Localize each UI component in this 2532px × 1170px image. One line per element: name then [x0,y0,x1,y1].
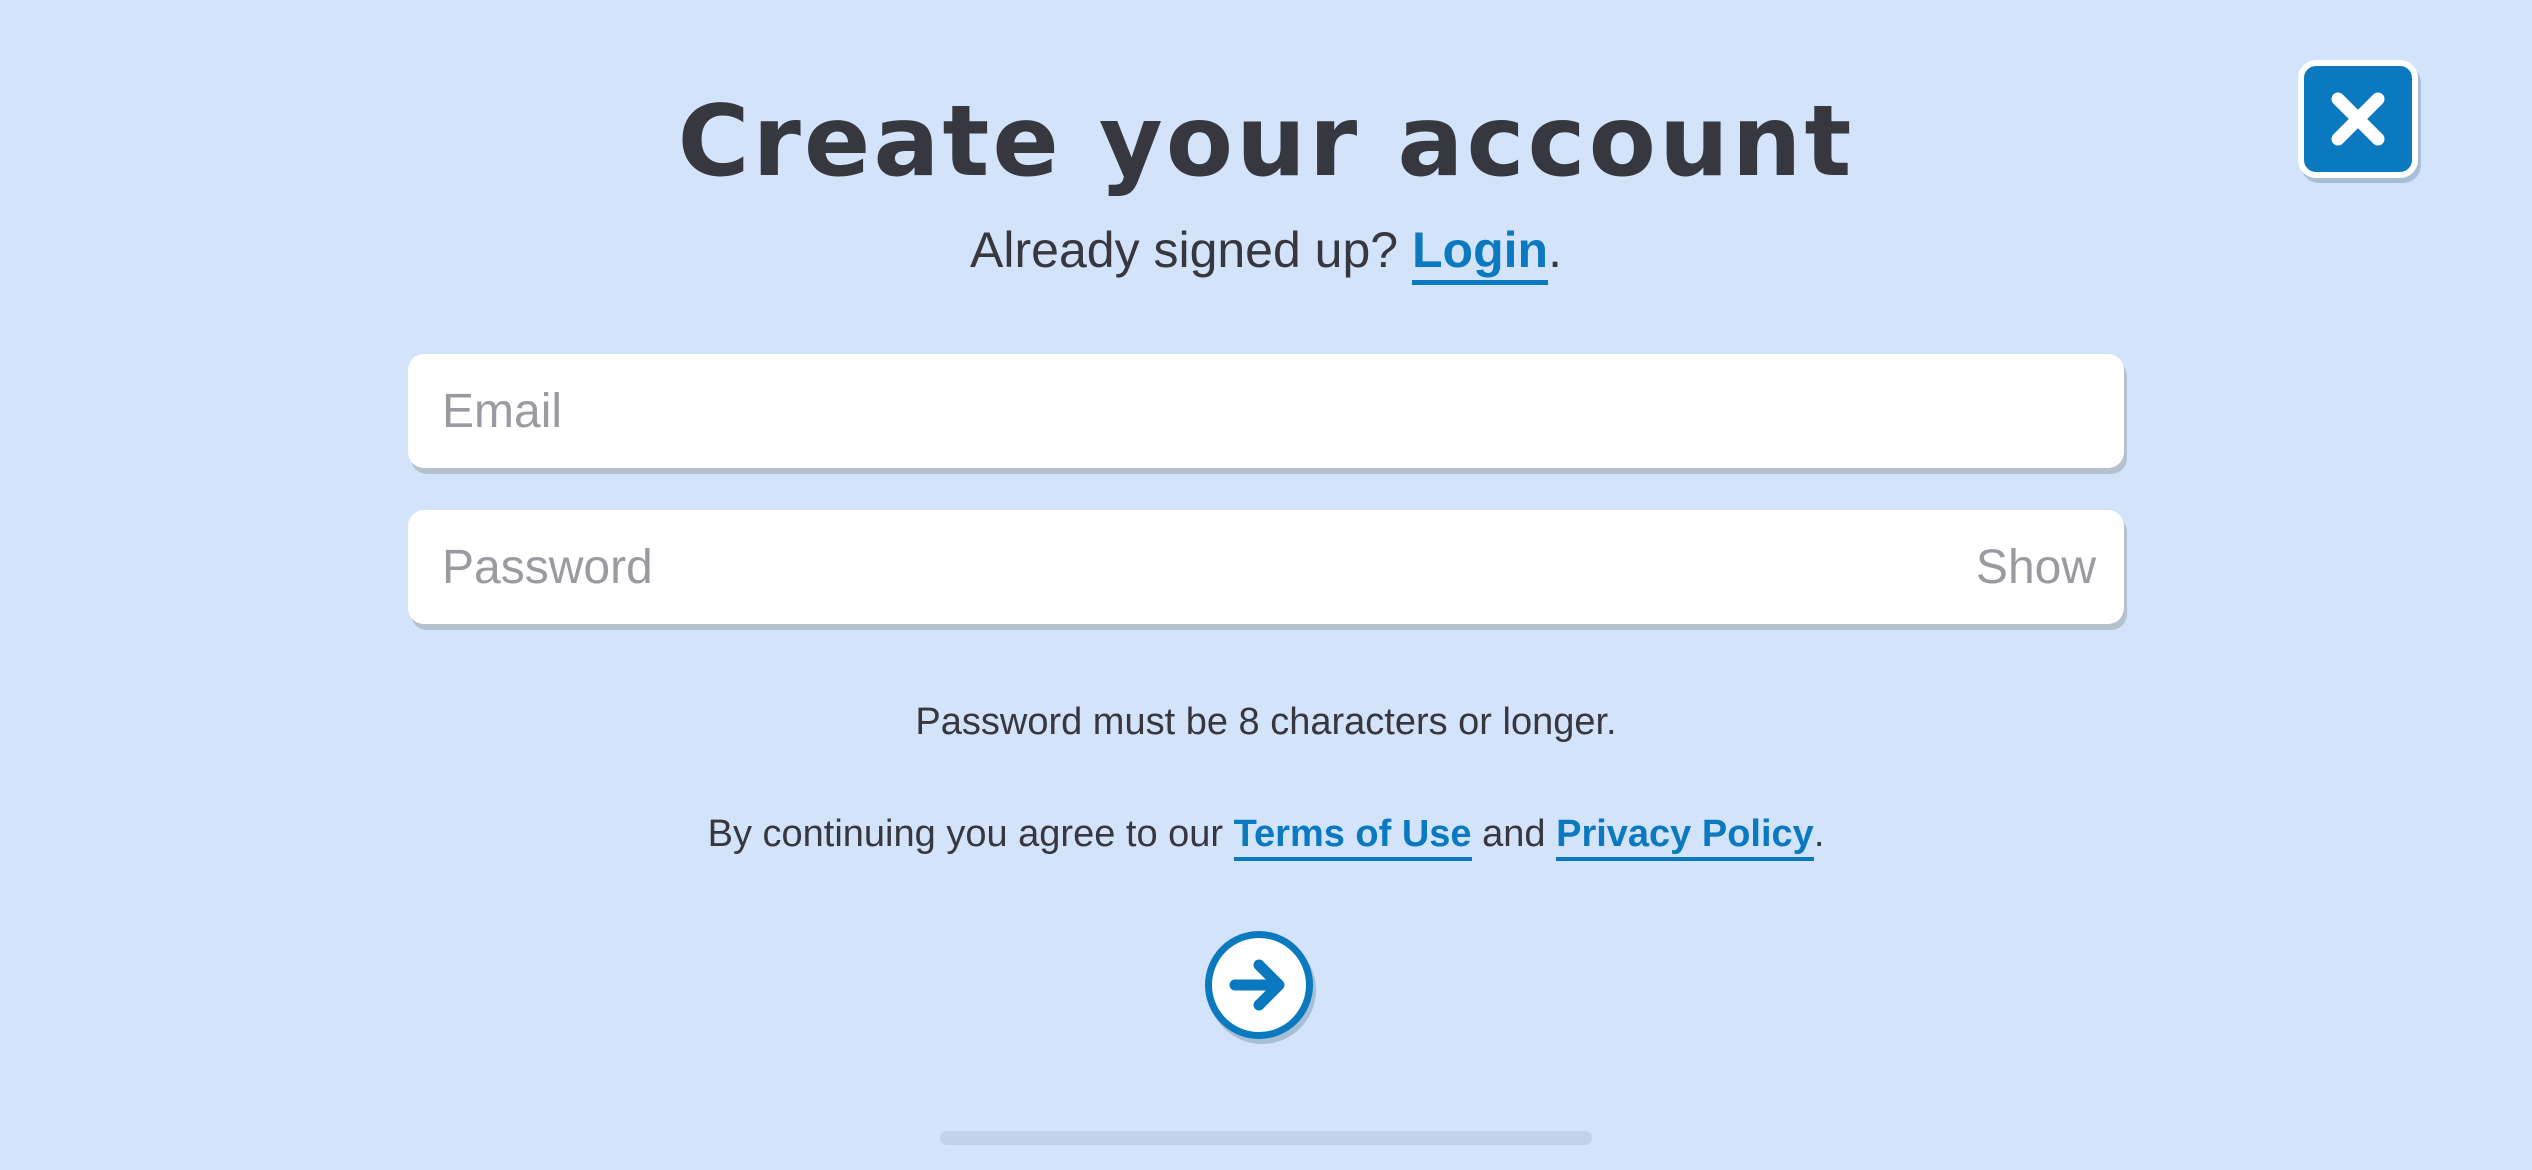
login-prompt-text: Already signed up? [970,222,1412,278]
show-password-toggle[interactable]: Show [1976,540,2096,595]
login-prompt: Already signed up? Login. [0,218,2532,285]
privacy-policy-link[interactable]: Privacy Policy [1556,813,1814,861]
home-indicator [940,1131,1592,1145]
legal-notice: By continuing you agree to our Terms of … [0,808,2532,861]
legal-prefix: By continuing you agree to our [707,813,1234,855]
password-hint: Password must be 8 characters or longer. [915,701,1617,743]
arrow-right-icon [1229,959,1285,1011]
password-input[interactable] [442,539,1976,595]
email-field-container [408,354,2124,468]
login-prompt-period: . [1548,222,1562,278]
submit-button[interactable] [1205,931,1313,1039]
email-input[interactable] [442,383,2096,439]
signup-screen: Create your account Already signed up? L… [0,0,2532,1170]
legal-conjunction: and [1471,813,1557,855]
legal-suffix: . [1813,813,1825,855]
page-title: Create your account [677,85,1855,199]
login-link[interactable]: Login [1412,222,1549,285]
password-field-container: Show [408,510,2124,624]
terms-of-use-link[interactable]: Terms of Use [1233,813,1472,861]
